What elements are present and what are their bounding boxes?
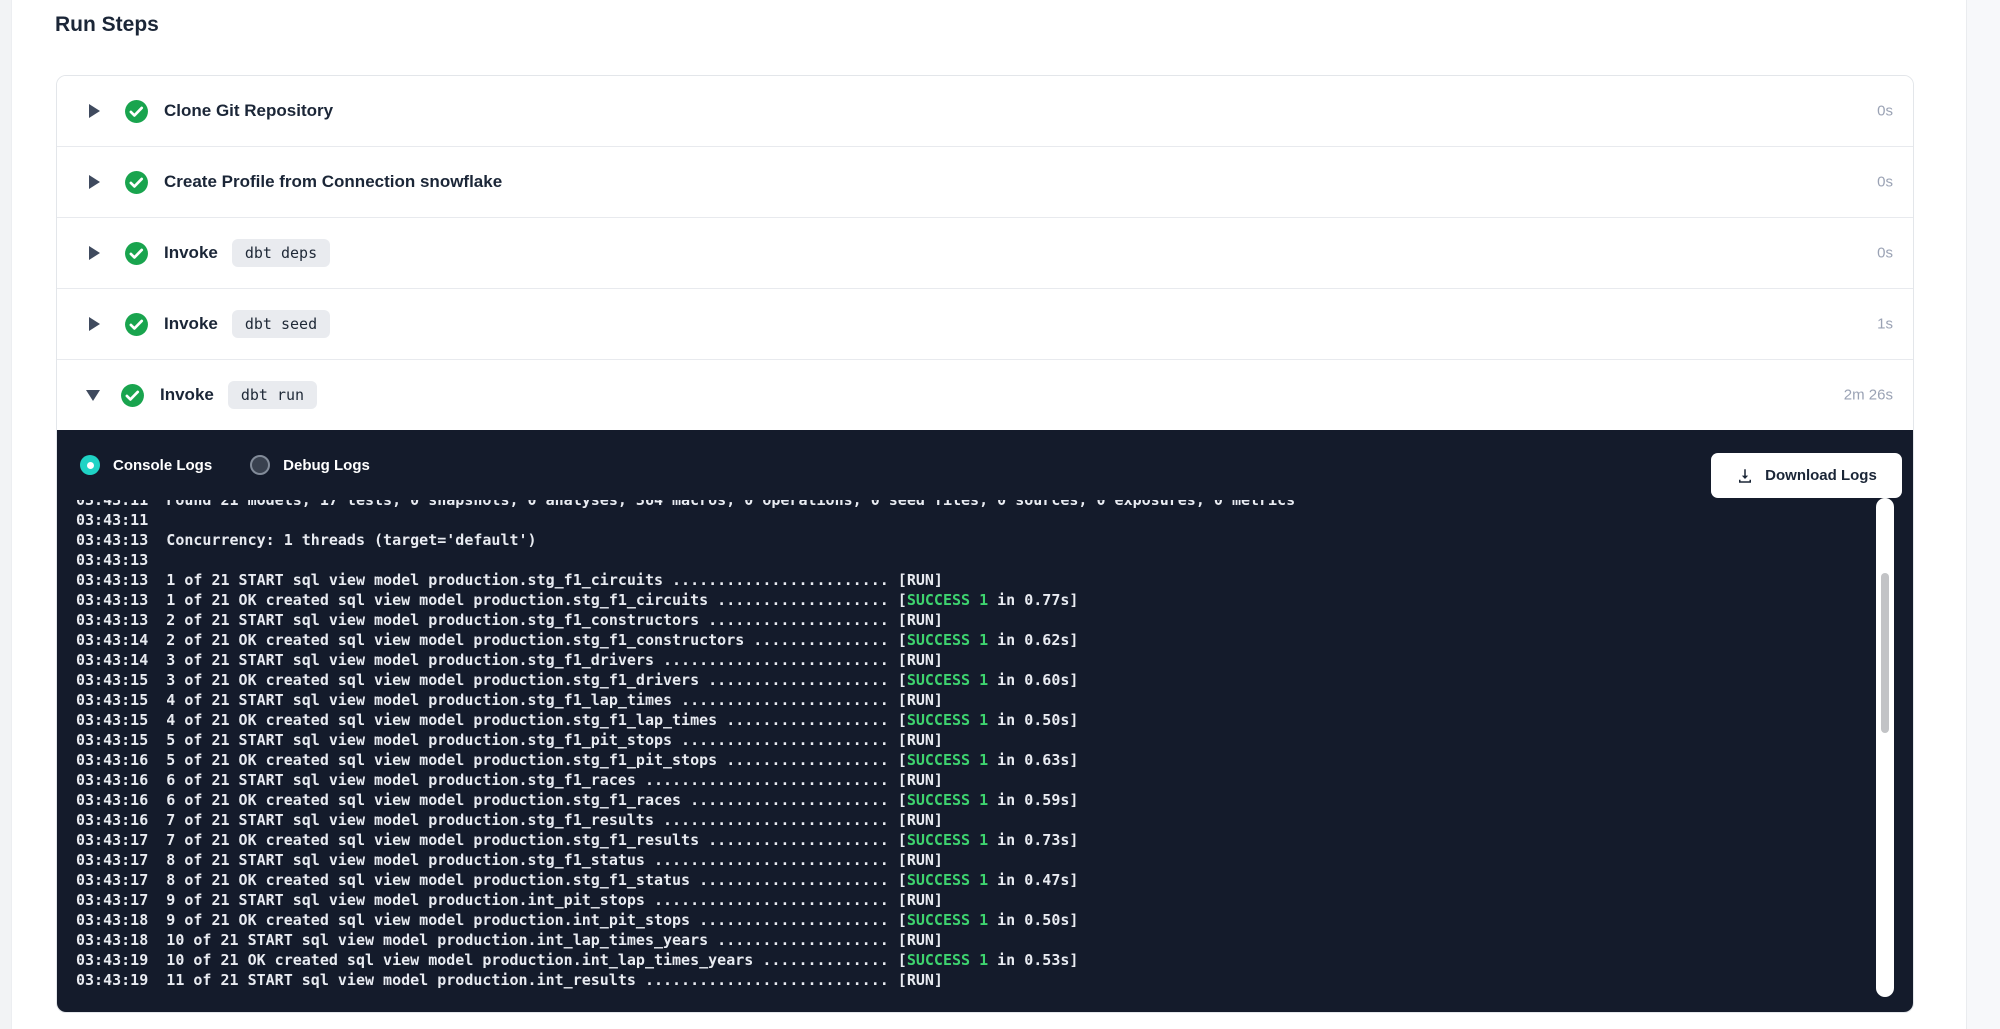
log-line: 03:43:16 7 of 21 START sql view model pr… <box>76 810 1877 830</box>
step-row[interactable]: Invoke dbt deps 0s <box>57 218 1913 289</box>
tab-console-logs[interactable]: Console Logs <box>80 455 212 475</box>
radio-unselected-icon[interactable] <box>250 455 270 475</box>
success-check-icon <box>120 383 145 408</box>
console-scrollbar-thumb[interactable] <box>1881 573 1889 733</box>
success-check-icon <box>124 241 149 266</box>
step-duration: 2m 26s <box>1844 387 1893 404</box>
log-line: 03:43:14 3 of 21 START sql view model pr… <box>76 650 1877 670</box>
log-success-text: SUCCESS 1 <box>907 711 988 729</box>
step-command-badge: dbt run <box>228 381 317 409</box>
log-success-text: SUCCESS 1 <box>907 751 988 769</box>
log-line: 03:43:13 1 of 21 OK created sql view mod… <box>76 590 1877 610</box>
log-success-text: SUCCESS 1 <box>907 951 988 969</box>
step-label: Create Profile from Connection snowflake <box>164 172 502 192</box>
console-scrollbar-track[interactable] <box>1876 498 1894 997</box>
step-command-badge: dbt deps <box>232 239 330 267</box>
success-check-icon <box>124 170 149 195</box>
log-line: 03:43:15 4 of 21 OK created sql view mod… <box>76 710 1877 730</box>
log-success-text: SUCCESS 1 <box>907 831 988 849</box>
log-line: 03:43:15 3 of 21 OK created sql view mod… <box>76 670 1877 690</box>
success-check-icon <box>124 99 149 124</box>
console-logs-label: Console Logs <box>113 457 212 474</box>
log-success-text: SUCCESS 1 <box>907 591 988 609</box>
log-line: 03:43:17 7 of 21 OK created sql view mod… <box>76 830 1877 850</box>
tab-debug-logs[interactable]: Debug Logs <box>250 455 370 475</box>
step-row[interactable]: Clone Git Repository 0s <box>57 76 1913 147</box>
step-duration: 0s <box>1877 174 1893 191</box>
log-line: 03:43:15 5 of 21 START sql view model pr… <box>76 730 1877 750</box>
step-row[interactable]: Create Profile from Connection snowflake… <box>57 147 1913 218</box>
log-success-text: SUCCESS 1 <box>907 791 988 809</box>
download-icon <box>1736 467 1754 485</box>
chevron-right-icon[interactable] <box>89 317 100 331</box>
chevron-right-icon[interactable] <box>89 175 100 189</box>
log-success-text: SUCCESS 1 <box>907 871 988 889</box>
page-title: Run Steps <box>55 13 159 37</box>
log-line: 03:43:16 5 of 21 OK created sql view mod… <box>76 750 1877 770</box>
log-line: 03:43:18 9 of 21 OK created sql view mod… <box>76 910 1877 930</box>
console-panel: Console Logs Debug Logs Download Logs 03… <box>57 430 1913 1013</box>
log-line: 03:43:17 9 of 21 START sql view model pr… <box>76 890 1877 910</box>
chevron-down-icon[interactable] <box>86 390 100 401</box>
log-line: 03:43:15 4 of 21 START sql view model pr… <box>76 690 1877 710</box>
step-duration: 1s <box>1877 316 1893 333</box>
step-label: Invoke <box>164 314 218 334</box>
log-line: 03:43:11 <box>76 510 1877 530</box>
log-line: 03:43:17 8 of 21 START sql view model pr… <box>76 850 1877 870</box>
radio-selected-icon[interactable] <box>80 455 100 475</box>
log-line: 03:43:19 11 of 21 START sql view model p… <box>76 970 1877 990</box>
success-check-icon <box>124 312 149 337</box>
debug-logs-label: Debug Logs <box>283 457 370 474</box>
step-duration: 0s <box>1877 103 1893 120</box>
chevron-right-icon[interactable] <box>89 246 100 260</box>
log-line: 03:43:11 Found 21 models, 17 tests, 0 sn… <box>76 500 1877 510</box>
log-line: 03:43:14 2 of 21 OK created sql view mod… <box>76 630 1877 650</box>
log-line: 03:43:13 <box>76 550 1877 570</box>
step-duration: 0s <box>1877 245 1893 262</box>
steps-list: Clone Git Repository0sCreate Profile fro… <box>57 76 1913 430</box>
chevron-right-icon[interactable] <box>89 104 100 118</box>
log-line: 03:43:17 8 of 21 OK created sql view mod… <box>76 870 1877 890</box>
page-left-gutter <box>0 0 12 1029</box>
step-label: Invoke <box>160 385 214 405</box>
step-command-badge: dbt seed <box>232 310 330 338</box>
log-line: 03:43:16 6 of 21 START sql view model pr… <box>76 770 1877 790</box>
run-steps-card: Clone Git Repository0sCreate Profile fro… <box>56 75 1914 1013</box>
step-row[interactable]: Invoke dbt run 2m 26s <box>57 360 1913 430</box>
log-success-text: SUCCESS 1 <box>907 631 988 649</box>
log-success-text: SUCCESS 1 <box>907 911 988 929</box>
log-line: 03:43:13 Concurrency: 1 threads (target=… <box>76 530 1877 550</box>
step-row[interactable]: Invoke dbt seed 1s <box>57 289 1913 360</box>
console-log-output: 03:43:11 Found 21 models, 17 tests, 0 sn… <box>57 500 1877 1013</box>
page-right-gutter <box>1966 0 2000 1029</box>
log-line: 03:43:16 6 of 21 OK created sql view mod… <box>76 790 1877 810</box>
log-line: 03:43:13 1 of 21 START sql view model pr… <box>76 570 1877 590</box>
log-line: 03:43:18 10 of 21 START sql view model p… <box>76 930 1877 950</box>
download-logs-button[interactable]: Download Logs <box>1711 453 1902 498</box>
log-line: 03:43:13 2 of 21 START sql view model pr… <box>76 610 1877 630</box>
log-line: 03:43:19 10 of 21 OK created sql view mo… <box>76 950 1877 970</box>
download-logs-label: Download Logs <box>1765 467 1877 484</box>
step-label: Invoke <box>164 243 218 263</box>
log-success-text: SUCCESS 1 <box>907 671 988 689</box>
step-label: Clone Git Repository <box>164 101 333 121</box>
console-header: Console Logs Debug Logs Download Logs <box>57 430 1913 500</box>
